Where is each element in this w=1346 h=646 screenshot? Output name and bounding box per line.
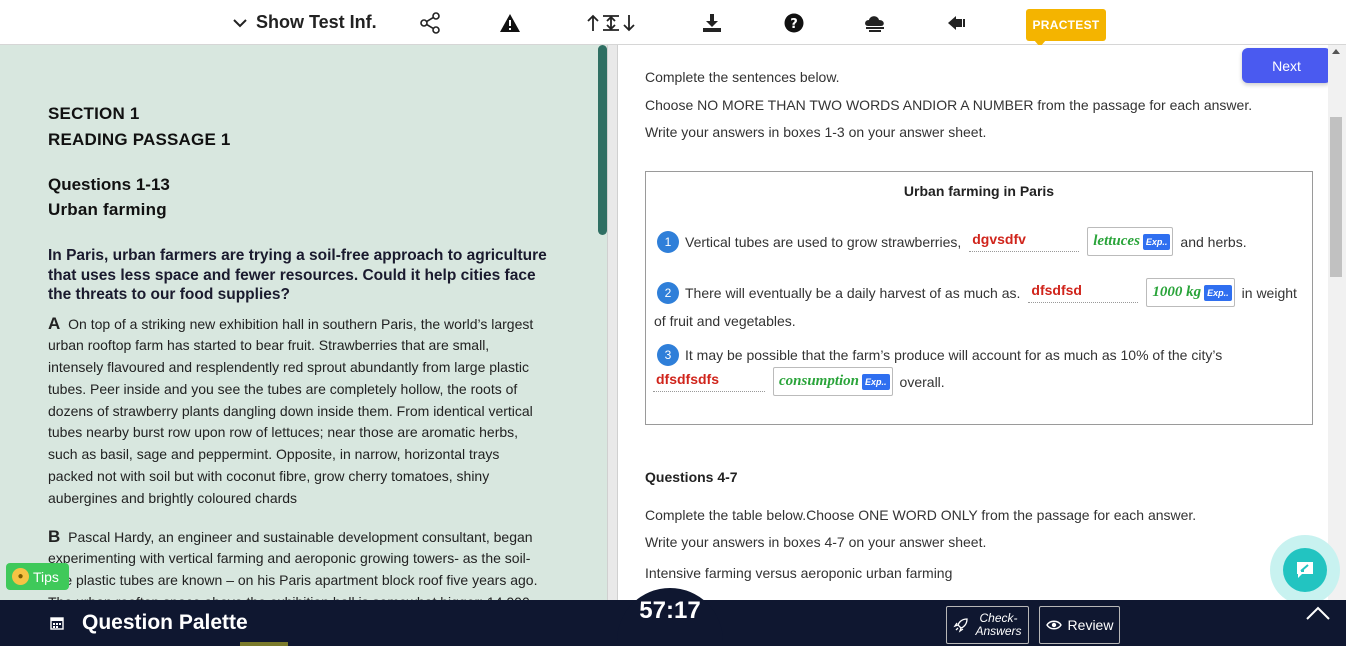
eye-icon [1045, 620, 1062, 630]
correct-answer-text: lettuces [1093, 233, 1140, 249]
review-label: Review [1067, 617, 1114, 633]
question-number: 1 [657, 230, 679, 253]
paragraph-b: B Pascal Hardy, an engineer and sustaina… [48, 526, 548, 600]
pane-divider[interactable] [607, 45, 618, 600]
question-palette-label: Question Palette [82, 611, 248, 634]
top-toolbar: Show Test Inf. ? PRACTEST [0, 0, 1346, 47]
explanation-button[interactable]: Exp.. [1142, 233, 1171, 250]
help-icon: ? [784, 13, 804, 32]
tips-label: Tips [33, 568, 59, 585]
question-1: 1 Vertical tubes are used to grow strawb… [657, 227, 1247, 256]
question-box-title: Urban farming in Paris [903, 183, 1055, 199]
correct-answer-text: consumption [779, 373, 860, 389]
tips-button[interactable]: ● Tips [6, 563, 69, 590]
questions-range: Questions 1-13 [48, 175, 170, 194]
share-icon [420, 11, 440, 34]
answer-input[interactable]: dgvsdfv [969, 231, 1080, 252]
chat-floating-button[interactable] [1270, 535, 1340, 605]
passage-title: READING PASSAGE 1 [48, 130, 231, 149]
show-test-info-button[interactable]: Show Test Inf. [232, 0, 377, 45]
passage-scrollbar[interactable] [598, 45, 607, 600]
chevron-down-icon [233, 18, 247, 27]
paragraph-letter: A [48, 313, 61, 333]
svg-text:?: ? [790, 17, 798, 32]
question-text: It may be possible that the farm’s produ… [685, 347, 1223, 363]
answer-input[interactable]: dfsdfsdfs [653, 371, 765, 392]
check-answers-button[interactable]: Check- Answers [946, 606, 1029, 644]
question-number: 3 [657, 344, 679, 366]
chevron-up-icon[interactable] [1305, 604, 1331, 624]
download-button[interactable] [700, 0, 724, 45]
passage-scrollbar-thumb[interactable] [598, 45, 607, 235]
section-label: SECTION 1 [48, 104, 140, 123]
lightbulb-icon: ● [12, 568, 29, 585]
question-box: Urban farming in Paris 1 Vertical tubes … [645, 171, 1313, 425]
instruction-line: Complete the table below.Choose ONE WORD… [645, 507, 1197, 523]
passage-topic: Urban farming [48, 200, 167, 219]
rocket-icon [953, 618, 969, 633]
instruction-line: Choose NO MORE THAN TWO WORDS ANDIOR A N… [645, 97, 1253, 113]
palette-underline [240, 642, 288, 646]
instruction-line: Write your answers in boxes 1-3 on your … [645, 124, 987, 140]
practest-logo: PRACTEST [1026, 9, 1106, 47]
question-scrollbar-thumb[interactable] [1330, 117, 1342, 277]
back-icon [948, 15, 965, 30]
text-size-icon [587, 14, 635, 31]
correct-answer: lettuces Exp.. [1087, 227, 1174, 256]
review-button[interactable]: Review [1039, 606, 1120, 644]
cloud-button[interactable] [863, 0, 887, 45]
check-answers-label: Check- Answers [975, 612, 1021, 638]
table-caption: Intensive farming versus aeroponic urban… [645, 565, 953, 581]
report-button[interactable] [498, 0, 522, 45]
question-scrollbar[interactable] [1328, 45, 1346, 600]
correct-answer: consumption Exp.. [773, 367, 893, 396]
question-text: There will eventually be a daily harvest… [685, 284, 1021, 301]
chat-button-inner[interactable] [1283, 548, 1327, 592]
practest-label: PRACTEST [1032, 18, 1100, 32]
question-2-continuation: of fruit and vegetables. [654, 313, 796, 329]
paragraph-text: Pascal Hardy, an engineer and sustainabl… [48, 528, 538, 600]
question-3-answer-row: dfsdfsdfs consumption Exp.. overall. [653, 367, 945, 396]
correct-answer: 1000 kg Exp.. [1146, 278, 1235, 307]
question-text: Vertical tubes are used to grow strawber… [685, 233, 962, 250]
help-button[interactable]: ? [782, 0, 806, 45]
download-icon [703, 13, 721, 32]
correct-answer-text: 1000 kg [1152, 284, 1202, 300]
passage-content: SECTION 1 READING PASSAGE 1 Questions 1-… [48, 101, 548, 600]
passage-pane: SECTION 1 READING PASSAGE 1 Questions 1-… [0, 45, 607, 600]
cloud-icon [865, 15, 884, 32]
paragraph-letter: B [48, 526, 61, 546]
check-answers-label-line2: Answers [975, 624, 1022, 638]
question-number: 2 [657, 281, 679, 304]
text-size-button[interactable] [585, 0, 637, 45]
back-button[interactable] [945, 0, 969, 45]
questions-4-7-heading: Questions 4-7 [645, 469, 738, 485]
scroll-up-arrow-icon[interactable] [1332, 49, 1340, 54]
question-text: and herbs. [1180, 233, 1247, 250]
show-test-info-label: Show Test Inf. [256, 12, 377, 32]
next-button[interactable]: Next [1242, 48, 1331, 83]
answer-input[interactable]: dfsdfsd [1028, 282, 1139, 303]
question-text: in weight [1241, 284, 1297, 301]
paragraph-a: A On top of a striking new exhibition ha… [48, 313, 548, 510]
explanation-button[interactable]: Exp.. [862, 373, 890, 390]
warning-icon [500, 13, 520, 32]
share-button[interactable] [418, 0, 442, 45]
question-3: 3 It may be possible that the farm’s pro… [657, 344, 1222, 366]
explanation-button[interactable]: Exp.. [1204, 284, 1232, 301]
instruction-line: Complete the sentences below. [645, 69, 840, 85]
instruction-line: Write your answers in boxes 4-7 on your … [645, 534, 987, 550]
question-palette-button[interactable]: Question Palette [50, 600, 248, 646]
question-2: 2 There will eventually be a daily harve… [657, 278, 1297, 307]
paragraph-text: On top of a striking new exhibition hall… [48, 315, 534, 506]
passage-intro: In Paris, urban farmers are trying a soi… [48, 247, 547, 303]
calendar-icon [50, 617, 64, 630]
question-text: overall. [899, 373, 945, 390]
chat-icon [1297, 562, 1313, 578]
